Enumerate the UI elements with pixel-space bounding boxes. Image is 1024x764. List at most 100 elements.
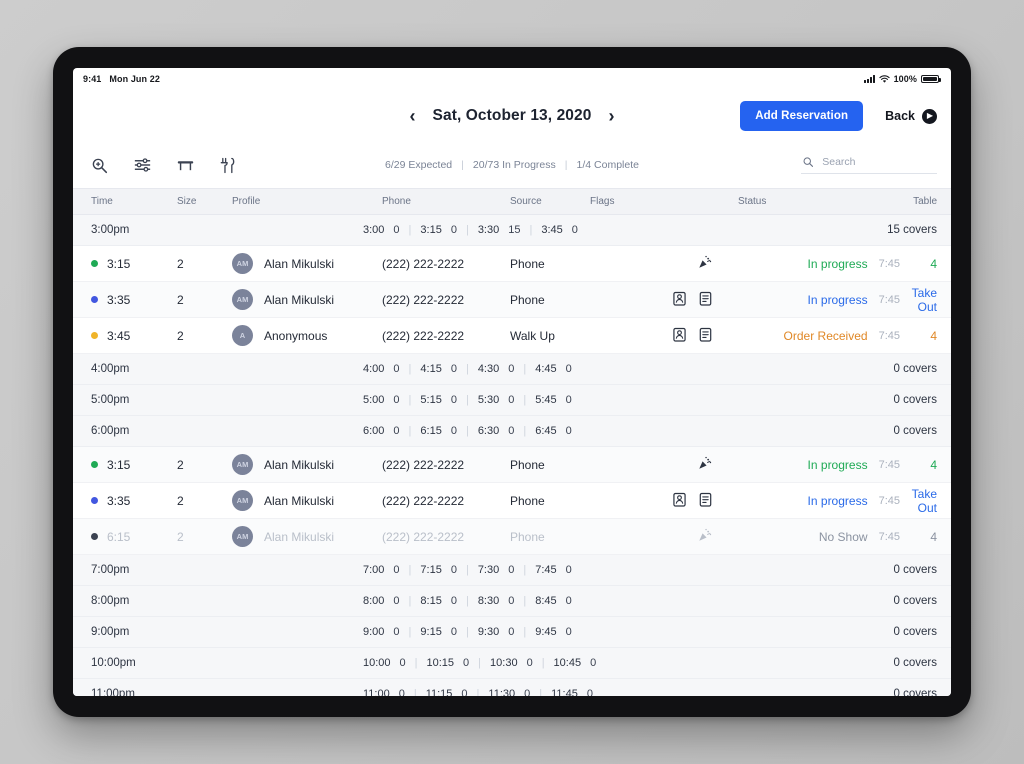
previous-day-button[interactable]: ‹ xyxy=(410,107,416,125)
time-slot[interactable]: 10:00 0 xyxy=(363,657,406,669)
time-group-row[interactable]: 9:00pm 9:00 0 | 9:15 0 | 9:30 0 | 9:45 0… xyxy=(73,617,951,648)
zoom-search-icon[interactable] xyxy=(91,157,108,174)
time-slot[interactable]: 6:15 0 xyxy=(420,425,457,437)
row-phone[interactable]: (222) 222-2222 xyxy=(382,458,510,472)
time-slot[interactable]: 11:00 0 xyxy=(363,688,405,696)
back-button[interactable]: Back ▶ xyxy=(885,108,937,124)
table-row[interactable]: 3:35 2 AM Alan Mikulski (222) 222-2222 P… xyxy=(73,483,951,519)
allergy-card-icon[interactable] xyxy=(673,327,686,345)
row-table-cell[interactable]: 4 xyxy=(908,458,937,472)
time-slot[interactable]: 6:00 0 xyxy=(363,425,400,437)
time-slot[interactable]: 9:15 0 xyxy=(420,626,457,638)
row-profile-cell[interactable]: A Anonymous xyxy=(232,325,382,346)
table-row[interactable]: 3:35 2 AM Alan Mikulski (222) 222-2222 P… xyxy=(73,282,951,318)
time-slot[interactable]: 4:45 0 xyxy=(535,363,572,375)
table-icon[interactable] xyxy=(177,158,194,173)
row-profile-cell[interactable]: AM Alan Mikulski xyxy=(232,526,382,547)
time-group-row[interactable]: 11:00pm 11:00 0 | 11:15 0 | 11:30 0 | 11… xyxy=(73,679,951,696)
time-slot[interactable]: 4:30 0 xyxy=(478,363,515,375)
row-phone[interactable]: (222) 222-2222 xyxy=(382,257,510,271)
allergy-card-icon[interactable] xyxy=(673,492,686,510)
allergy-card-icon[interactable] xyxy=(673,291,686,309)
row-table-cell[interactable]: Take Out xyxy=(908,286,937,314)
time-group-row[interactable]: 7:00pm 7:00 0 | 7:15 0 | 7:30 0 | 7:45 0… xyxy=(73,555,951,586)
time-slot[interactable]: 8:00 0 xyxy=(363,595,400,607)
row-status-cell[interactable]: No Show 7:45 xyxy=(738,530,908,544)
row-status-cell[interactable]: Order Received 7:45 xyxy=(738,329,908,343)
row-time: 3:45 xyxy=(107,328,131,343)
time-slot[interactable]: 11:15 0 xyxy=(426,688,468,696)
row-table-cell[interactable]: 4 xyxy=(908,530,937,544)
time-slot[interactable]: 4:15 0 xyxy=(420,363,457,375)
time-slot[interactable]: 5:15 0 xyxy=(420,394,457,406)
table-row[interactable]: 3:15 2 AM Alan Mikulski (222) 222-2222 P… xyxy=(73,447,951,483)
slot-time: 10:00 xyxy=(363,657,391,669)
table-row[interactable]: 6:15 2 AM Alan Mikulski (222) 222-2222 P… xyxy=(73,519,951,555)
time-slot[interactable]: 8:45 0 xyxy=(535,595,572,607)
time-slot[interactable]: 5:45 0 xyxy=(535,394,572,406)
time-group-row[interactable]: 6:00pm 6:00 0 | 6:15 0 | 6:30 0 | 6:45 0… xyxy=(73,416,951,447)
time-slot[interactable]: 10:45 0 xyxy=(554,657,597,669)
time-group-row[interactable]: 4:00pm 4:00 0 | 4:15 0 | 4:30 0 | 4:45 0… xyxy=(73,354,951,385)
add-reservation-button[interactable]: Add Reservation xyxy=(740,101,864,131)
search-box[interactable] xyxy=(801,156,937,174)
party-popper-icon[interactable] xyxy=(698,255,712,272)
party-popper-icon[interactable] xyxy=(698,456,712,473)
row-status-cell[interactable]: In progress 7:45 xyxy=(738,293,908,307)
row-status-cell[interactable]: In progress 7:45 xyxy=(738,458,908,472)
row-time-cell: 3:15 xyxy=(91,257,177,271)
row-profile-cell[interactable]: AM Alan Mikulski xyxy=(232,253,382,274)
time-slot[interactable]: 8:15 0 xyxy=(420,595,457,607)
row-status-cell[interactable]: In progress 7:45 xyxy=(738,494,908,508)
slot-count: 0 xyxy=(508,595,515,607)
time-slot[interactable]: 7:45 0 xyxy=(535,564,572,576)
note-icon[interactable] xyxy=(699,327,712,345)
time-slot[interactable]: 7:30 0 xyxy=(478,564,515,576)
time-slot[interactable]: 3:00 0 xyxy=(363,224,400,236)
row-profile-cell[interactable]: AM Alan Mikulski xyxy=(232,289,382,310)
slot-count: 0 xyxy=(565,394,572,406)
time-group-row[interactable]: 5:00pm 5:00 0 | 5:15 0 | 5:30 0 | 5:45 0… xyxy=(73,385,951,416)
note-icon[interactable] xyxy=(699,492,712,510)
slot-time: 7:00 xyxy=(363,564,385,576)
note-icon[interactable] xyxy=(699,291,712,309)
row-status-cell[interactable]: In progress 7:45 xyxy=(738,257,908,271)
time-slot[interactable]: 9:30 0 xyxy=(478,626,515,638)
table-row[interactable]: 3:45 2 A Anonymous (222) 222-2222 Walk U… xyxy=(73,318,951,354)
next-day-button[interactable]: › xyxy=(608,107,614,125)
row-table-cell[interactable]: 4 xyxy=(908,257,937,271)
time-slot[interactable]: 6:30 0 xyxy=(478,425,515,437)
row-profile-cell[interactable]: AM Alan Mikulski xyxy=(232,454,382,475)
time-slot[interactable]: 5:30 0 xyxy=(478,394,515,406)
list-settings-icon[interactable] xyxy=(134,158,151,172)
time-slot[interactable]: 8:30 0 xyxy=(478,595,515,607)
row-phone[interactable]: (222) 222-2222 xyxy=(382,530,510,544)
time-slot[interactable]: 10:30 0 xyxy=(490,657,533,669)
time-group-row[interactable]: 10:00pm 10:00 0 | 10:15 0 | 10:30 0 | 10… xyxy=(73,648,951,679)
time-slot[interactable]: 10:15 0 xyxy=(427,657,470,669)
row-profile-cell[interactable]: AM Alan Mikulski xyxy=(232,490,382,511)
time-group-row[interactable]: 8:00pm 8:00 0 | 8:15 0 | 8:30 0 | 8:45 0… xyxy=(73,586,951,617)
time-slot[interactable]: 3:15 0 xyxy=(420,224,457,236)
table-row[interactable]: 3:15 2 AM Alan Mikulski (222) 222-2222 P… xyxy=(73,246,951,282)
row-phone[interactable]: (222) 222-2222 xyxy=(382,329,510,343)
row-table-cell[interactable]: 4 xyxy=(908,329,937,343)
time-slot[interactable]: 9:45 0 xyxy=(535,626,572,638)
row-table-cell[interactable]: Take Out xyxy=(908,487,937,515)
row-phone[interactable]: (222) 222-2222 xyxy=(382,293,510,307)
time-slot[interactable]: 3:30 15 xyxy=(478,224,521,236)
time-slot[interactable]: 7:15 0 xyxy=(420,564,457,576)
party-popper-icon[interactable] xyxy=(698,528,712,545)
time-slot[interactable]: 4:00 0 xyxy=(363,363,400,375)
time-slot[interactable]: 3:45 0 xyxy=(541,224,578,236)
time-slot[interactable]: 9:00 0 xyxy=(363,626,400,638)
time-slot[interactable]: 11:30 0 xyxy=(488,688,530,696)
time-slot[interactable]: 7:00 0 xyxy=(363,564,400,576)
search-input[interactable] xyxy=(822,156,935,168)
utensils-icon[interactable] xyxy=(220,157,235,174)
time-group-row[interactable]: 3:00pm 3:00 0 | 3:15 0 | 3:30 15 | 3:45 … xyxy=(73,215,951,246)
row-phone[interactable]: (222) 222-2222 xyxy=(382,494,510,508)
time-slot[interactable]: 11:45 0 xyxy=(551,688,593,696)
time-slot[interactable]: 5:00 0 xyxy=(363,394,400,406)
time-slot[interactable]: 6:45 0 xyxy=(535,425,572,437)
